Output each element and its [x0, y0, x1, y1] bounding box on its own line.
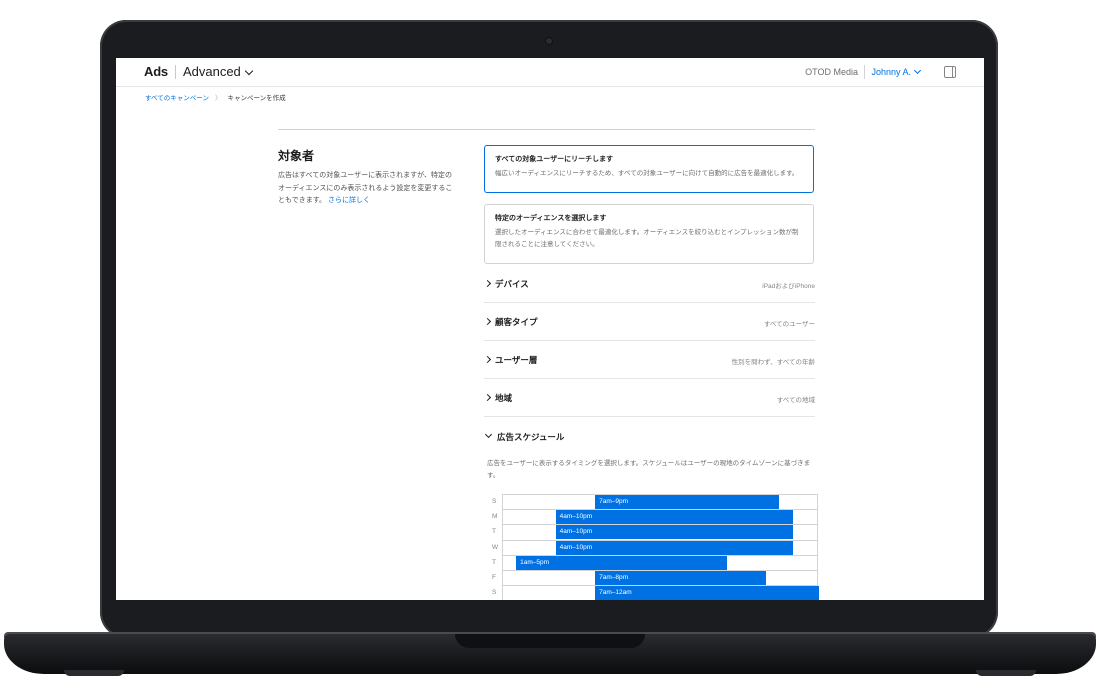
chevron-right-icon — [483, 393, 492, 402]
schedule-track[interactable]: 4am–10pm — [502, 509, 818, 525]
schedule-row: S 7am–12am — [488, 585, 819, 600]
chevron-right-icon — [483, 317, 492, 326]
chevron-right-icon — [483, 355, 492, 364]
learn-more-link[interactable]: さらに詳しく — [328, 197, 370, 204]
breadcrumb: すべてのキャンペーン〉キャンペーンを作成 — [145, 92, 286, 102]
schedule-day-label: S — [492, 589, 497, 597]
option-description: 幅広いオーディエンスにリーチするため、すべての対象ユーザーに向けて自動的に広告を… — [495, 170, 799, 177]
chevron-down-icon — [244, 66, 254, 76]
option-specific-audience[interactable]: 特定のオーディエンスを選択します 選択したオーディエンスに合わせて最適化します。… — [484, 204, 814, 264]
schedule-day-label: T — [492, 558, 496, 566]
breadcrumb-link-campaigns[interactable]: すべてのキャンペーン — [145, 95, 209, 102]
schedule-track[interactable]: 4am–10pm — [502, 539, 818, 555]
brand-divider — [174, 64, 176, 79]
row-value: すべてのユーザー — [763, 321, 815, 328]
schedule-time-bar[interactable]: 7am–12am — [595, 586, 819, 600]
laptop-foot-right — [976, 670, 1036, 676]
schedule-description: 広告をユーザーに表示するタイミングを選択します。スケジュールはユーザーの現地のタ… — [487, 460, 811, 479]
mode-selector[interactable]: Advanced — [182, 64, 254, 79]
laptop-notch — [455, 634, 645, 648]
option-title: 特定のオーディエンスを選択します — [495, 215, 607, 222]
schedule-time-bar[interactable]: 4am–10pm — [555, 510, 793, 525]
schedule-track[interactable]: 7am–8pm — [502, 569, 818, 586]
row-label: デバイス — [495, 279, 529, 289]
accordion-row-devices[interactable]: デバイス iPadおよびiPhone — [483, 265, 815, 303]
schedule-track[interactable]: 7am–9pm — [502, 494, 818, 510]
chevron-right-icon — [483, 279, 492, 288]
schedule-row: F 7am–8pm — [488, 569, 818, 586]
accordion-row-locations[interactable]: 地域 すべての地域 — [483, 379, 815, 417]
schedule-track[interactable]: 4am–10pm — [502, 524, 818, 540]
schedule-time-bar[interactable]: 7am–9pm — [595, 495, 780, 509]
schedule-row: T 1am–5pm — [488, 554, 818, 570]
schedule-time-bar[interactable]: 1am–5pm — [516, 555, 727, 570]
row-label: 広告スケジュール — [497, 432, 565, 442]
camera-icon — [546, 38, 552, 44]
user-name: Johnny A. — [871, 67, 911, 77]
sidebar-toggle-icon[interactable] — [944, 66, 956, 78]
chevron-down-icon — [484, 430, 493, 439]
brand[interactable]: Ads Advanced — [143, 64, 254, 79]
schedule-day-label: F — [492, 573, 496, 581]
row-label: 地域 — [495, 393, 513, 403]
schedule-time-bar[interactable]: 4am–10pm — [555, 525, 793, 540]
accordion-row-demographics[interactable]: ユーザー層 性別を問わず、すべての年齢 — [483, 341, 815, 379]
user-menu[interactable]: Johnny A. — [871, 66, 922, 77]
schedule-row: T 4am–10pm — [488, 524, 818, 540]
schedule-day-label: M — [492, 513, 498, 521]
schedule-track[interactable]: 1am–5pm — [502, 554, 818, 570]
row-value: すべての地域 — [776, 397, 815, 404]
header-divider — [864, 65, 865, 79]
breadcrumb-current: キャンペーンを作成 — [227, 95, 286, 102]
schedule-day-label: W — [492, 543, 499, 551]
section-divider — [278, 129, 815, 130]
schedule-day-label: S — [492, 498, 497, 505]
row-value: iPadおよびiPhone — [762, 283, 815, 290]
schedule-row: W 4am–10pm — [488, 539, 818, 555]
schedule-track[interactable]: 7am–12am — [502, 585, 819, 600]
option-title: すべての対象ユーザーにリーチします — [495, 156, 614, 163]
row-value: 性別を問わず、すべての年齢 — [731, 359, 815, 366]
schedule-grid: S 7am–9pm M 4am–10pm T 4am–10pm W 4am–10pm T 1am–… — [488, 494, 819, 600]
mode-label: Advanced — [182, 64, 241, 79]
top-navigation-bar: Ads Advanced OTOD Media Johnny A. — [116, 58, 984, 87]
schedule-time-bar[interactable]: 4am–10pm — [555, 540, 793, 555]
schedule-day-label: T — [492, 528, 496, 536]
schedule-time-bar[interactable]: 7am–8pm — [595, 570, 767, 585]
row-label: 顧客タイプ — [495, 317, 538, 327]
chevron-down-icon — [913, 66, 922, 75]
section-title: 対象者 — [278, 149, 315, 163]
section-description: 広告はすべての対象ユーザーに表示されますが、特定のオーディエンスにのみ表示される… — [278, 170, 453, 208]
schedule-row: S 7am–9pm — [488, 494, 818, 510]
accordion-row-customer-type[interactable]: 顧客タイプ すべてのユーザー — [483, 303, 815, 341]
row-label: ユーザー層 — [495, 355, 538, 365]
brand-name: Ads — [144, 64, 168, 79]
screen: Ads Advanced OTOD Media Johnny A. すべてのキャ… — [116, 58, 984, 600]
laptop-foot-left — [64, 670, 124, 676]
org-name[interactable]: OTOD Media — [805, 67, 858, 77]
option-all-users[interactable]: すべての対象ユーザーにリーチします 幅広いオーディエンスにリーチするため、すべて… — [484, 145, 814, 193]
chevron-right-icon: 〉 — [214, 95, 222, 102]
schedule-row: M 4am–10pm — [488, 509, 818, 525]
option-description: 選択したオーディエンスに合わせて最適化します。オーディエンスを絞り込むとインプレ… — [495, 229, 799, 248]
